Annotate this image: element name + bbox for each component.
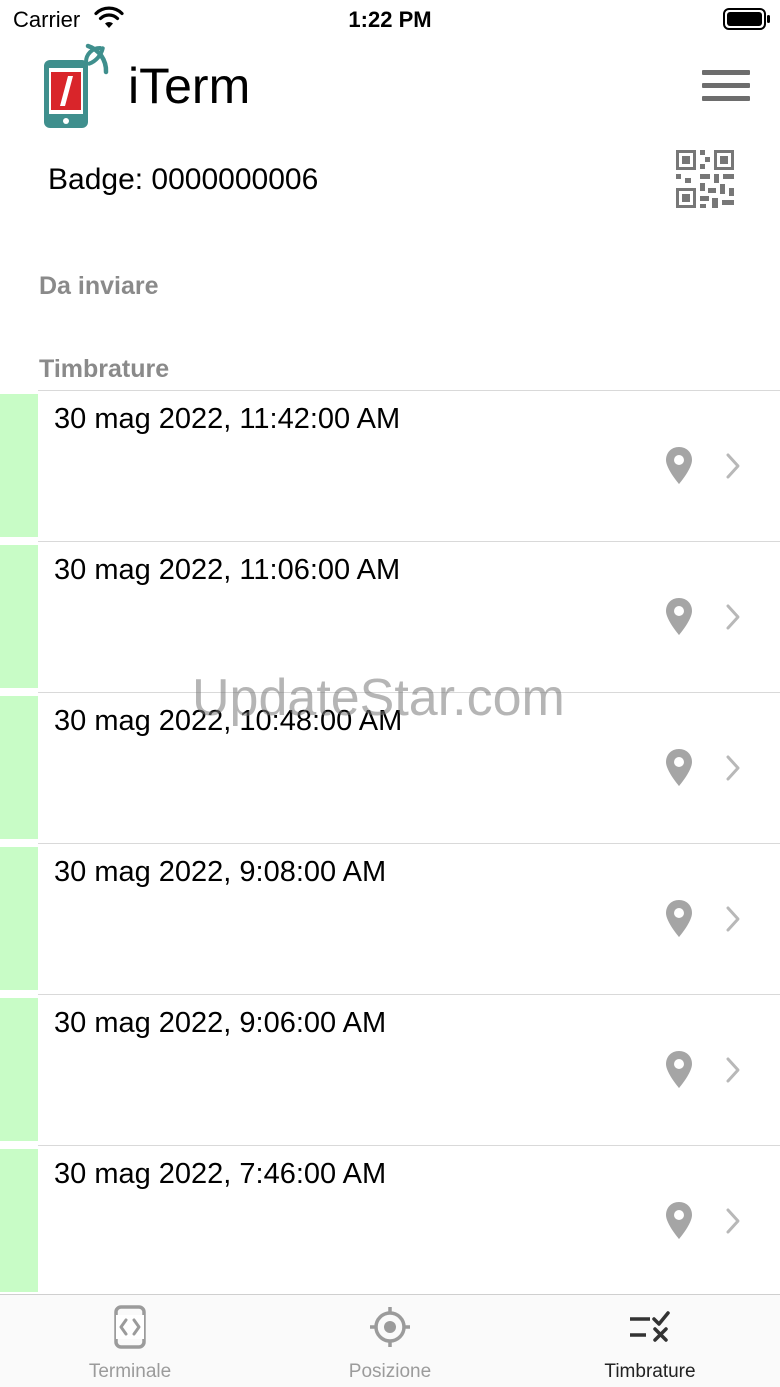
tab-timbrature[interactable]: Timbrature bbox=[520, 1295, 780, 1387]
record-row[interactable]: 30 mag 2022, 11:42:00 AM bbox=[0, 390, 780, 541]
record-timestamp: 30 mag 2022, 9:06:00 AM bbox=[54, 1007, 387, 1039]
record-row[interactable]: 30 mag 2022, 11:06:00 AM bbox=[0, 541, 780, 692]
phone-code-icon bbox=[114, 1305, 146, 1349]
location-pin-icon[interactable] bbox=[664, 1201, 694, 1241]
sent-status-indicator bbox=[0, 545, 38, 688]
row-divider bbox=[38, 994, 780, 995]
chevron-right-icon bbox=[726, 1208, 740, 1234]
row-divider bbox=[38, 843, 780, 844]
chevron-right-icon bbox=[726, 755, 740, 781]
tab-terminale[interactable]: Terminale bbox=[0, 1295, 260, 1387]
badge-number-label: Badge: 0000000006 bbox=[48, 163, 319, 196]
app-title: iTerm bbox=[128, 58, 251, 114]
hamburger-menu-button[interactable] bbox=[700, 66, 752, 106]
record-timestamp: 30 mag 2022, 7:46:00 AM bbox=[54, 1158, 387, 1190]
record-row[interactable]: 30 mag 2022, 9:08:00 AM bbox=[0, 843, 780, 994]
sent-status-indicator bbox=[0, 394, 38, 537]
chevron-right-icon bbox=[726, 1057, 740, 1083]
chevron-right-icon bbox=[726, 604, 740, 630]
menu-line bbox=[702, 70, 750, 75]
sent-status-indicator bbox=[0, 1149, 38, 1292]
record-row[interactable]: 30 mag 2022, 10:48:00 AM bbox=[0, 692, 780, 843]
app-logo-icon bbox=[44, 43, 109, 128]
menu-line bbox=[702, 96, 750, 101]
tab-label: Timbrature bbox=[604, 1361, 696, 1382]
location-pin-icon[interactable] bbox=[664, 446, 694, 486]
record-timestamp: 30 mag 2022, 10:48:00 AM bbox=[54, 705, 403, 737]
sent-status-indicator bbox=[0, 847, 38, 990]
row-divider bbox=[38, 541, 780, 542]
qr-code-icon[interactable] bbox=[674, 148, 736, 210]
row-divider bbox=[38, 1145, 780, 1146]
menu-line bbox=[702, 83, 750, 88]
tab-label: Posizione bbox=[348, 1361, 432, 1382]
location-pin-icon[interactable] bbox=[664, 899, 694, 939]
records-list: 30 mag 2022, 11:42:00 AM 30 mag 2022, 11… bbox=[0, 390, 780, 1296]
record-timestamp: 30 mag 2022, 11:42:00 AM bbox=[54, 403, 401, 435]
battery-icon bbox=[723, 8, 770, 30]
sent-status-indicator bbox=[0, 998, 38, 1141]
location-pin-icon[interactable] bbox=[664, 1050, 694, 1090]
crosshair-icon bbox=[370, 1307, 410, 1347]
chevron-right-icon bbox=[726, 906, 740, 932]
clock-label: 1:22 PM bbox=[348, 7, 432, 32]
record-row[interactable]: 30 mag 2022, 9:06:00 AM bbox=[0, 994, 780, 1145]
location-pin-icon[interactable] bbox=[664, 597, 694, 637]
tab-bar: Terminale Posizione Timbrature bbox=[0, 1294, 780, 1387]
app-screen: Carrier 1:22 PM iTerm Badge: 0000000006 bbox=[0, 0, 780, 1387]
row-divider bbox=[38, 390, 780, 391]
row-divider bbox=[38, 692, 780, 693]
section-header-records: Timbrature bbox=[39, 355, 170, 383]
record-timestamp: 30 mag 2022, 11:06:00 AM bbox=[54, 554, 401, 586]
section-header-pending: Da inviare bbox=[39, 272, 159, 300]
tab-label: Terminale bbox=[88, 1361, 172, 1382]
record-timestamp: 30 mag 2022, 9:08:00 AM bbox=[54, 856, 387, 888]
tab-posizione[interactable]: Posizione bbox=[260, 1295, 520, 1387]
record-row[interactable]: 30 mag 2022, 7:46:00 AM bbox=[0, 1145, 780, 1296]
chevron-right-icon bbox=[726, 453, 740, 479]
list-check-icon bbox=[630, 1311, 670, 1342]
sent-status-indicator bbox=[0, 696, 38, 839]
status-bar: Carrier 1:22 PM bbox=[0, 0, 780, 40]
location-pin-icon[interactable] bbox=[664, 748, 694, 788]
